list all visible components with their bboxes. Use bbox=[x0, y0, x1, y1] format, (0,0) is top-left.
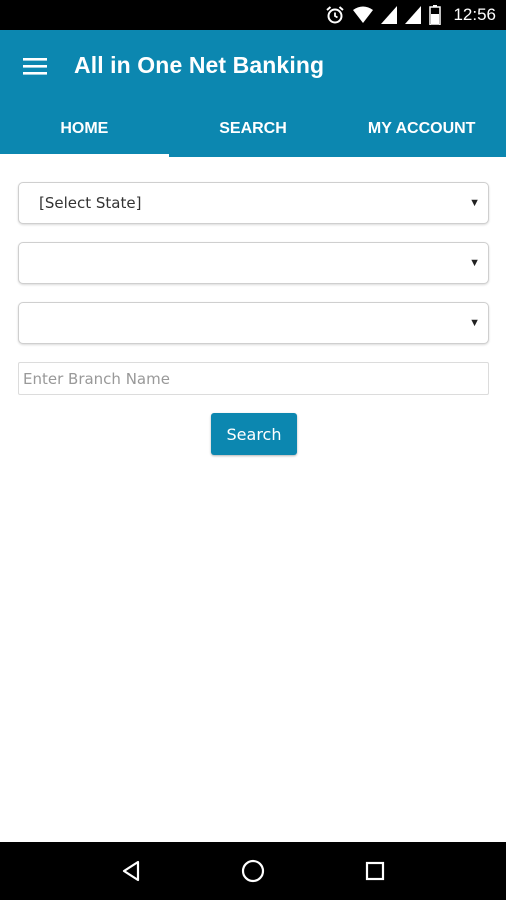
tab-label: HOME bbox=[60, 120, 109, 137]
district-select[interactable]: ▼ bbox=[18, 242, 489, 284]
state-select[interactable]: [Select State] ▼ bbox=[18, 182, 489, 224]
status-bar: 12:56 bbox=[0, 0, 506, 30]
branch-name-input[interactable] bbox=[18, 362, 489, 395]
menu-button[interactable] bbox=[0, 30, 70, 101]
recents-button[interactable] bbox=[355, 851, 395, 891]
back-button[interactable] bbox=[111, 851, 151, 891]
recents-icon bbox=[365, 861, 385, 881]
dropdown-arrow-icon: ▼ bbox=[469, 317, 480, 329]
dropdown-arrow-icon: ▼ bbox=[469, 257, 480, 269]
app-title: All in One Net Banking bbox=[74, 52, 325, 78]
app-bar: All in One Net Banking HOME SEARCH MY AC… bbox=[0, 30, 506, 157]
tab-bar: HOME SEARCH MY ACCOUNT bbox=[0, 101, 506, 157]
signal-icon bbox=[405, 6, 422, 24]
toolbar: All in One Net Banking bbox=[0, 30, 506, 101]
alarm-icon bbox=[326, 6, 345, 24]
wifi-icon bbox=[353, 6, 374, 23]
tab-my-account[interactable]: MY ACCOUNT bbox=[337, 101, 506, 157]
signal-icon bbox=[381, 6, 398, 24]
tab-label: SEARCH bbox=[219, 120, 287, 137]
search-button[interactable]: Search bbox=[211, 413, 297, 455]
status-time: 12:56 bbox=[453, 5, 496, 24]
battery-icon bbox=[429, 5, 442, 25]
tab-label: MY ACCOUNT bbox=[367, 120, 476, 137]
dropdown-arrow-icon: ▼ bbox=[469, 197, 480, 209]
city-select[interactable]: ▼ bbox=[18, 302, 489, 344]
state-select-value: [Select State] bbox=[39, 194, 142, 212]
navigation-bar bbox=[0, 842, 506, 900]
home-button[interactable] bbox=[233, 851, 273, 891]
tab-home[interactable]: HOME bbox=[0, 101, 169, 157]
hamburger-menu-icon bbox=[23, 57, 47, 75]
back-icon bbox=[122, 860, 140, 882]
tab-search[interactable]: SEARCH bbox=[169, 101, 338, 157]
home-icon bbox=[241, 859, 265, 883]
branch-search-form: [Select State] ▼ ▼ ▼ bbox=[18, 182, 489, 395]
